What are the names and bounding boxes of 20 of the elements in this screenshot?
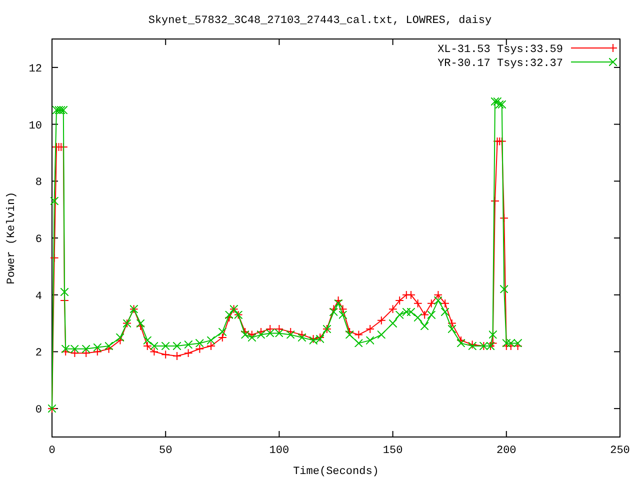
y-tick-label: 12 bbox=[28, 63, 42, 76]
legend-label: YR-30.17 Tsys:32.37 bbox=[438, 58, 563, 70]
y-axis-label: Power (Kelvin) bbox=[6, 192, 18, 284]
y-tick-label: 4 bbox=[35, 290, 42, 303]
y-tick-label: 2 bbox=[35, 348, 42, 360]
legend-line bbox=[570, 44, 617, 52]
x-tick-label: 200 bbox=[496, 445, 516, 457]
legend-label: XL-31.53 Tsys:33.59 bbox=[438, 44, 563, 56]
y-tick-label: 8 bbox=[35, 177, 42, 190]
x-tick-label: 250 bbox=[610, 445, 630, 457]
x-tick-label: 100 bbox=[269, 445, 290, 457]
x-axis-label: Time(Seconds) bbox=[293, 466, 379, 478]
y-tick-label: 6 bbox=[35, 234, 42, 246]
legend-line bbox=[570, 58, 617, 66]
chart-title: Skynet_57832_3C48_27103_27443_cal.txt, LOWRES, daisy bbox=[148, 15, 492, 27]
x-tick-label: 150 bbox=[382, 445, 403, 457]
x-tick-label: 50 bbox=[159, 445, 172, 457]
x-tick-label: 0 bbox=[48, 445, 56, 457]
y-tick-label: 10 bbox=[28, 120, 42, 132]
y-tick-label: 0 bbox=[35, 404, 42, 417]
